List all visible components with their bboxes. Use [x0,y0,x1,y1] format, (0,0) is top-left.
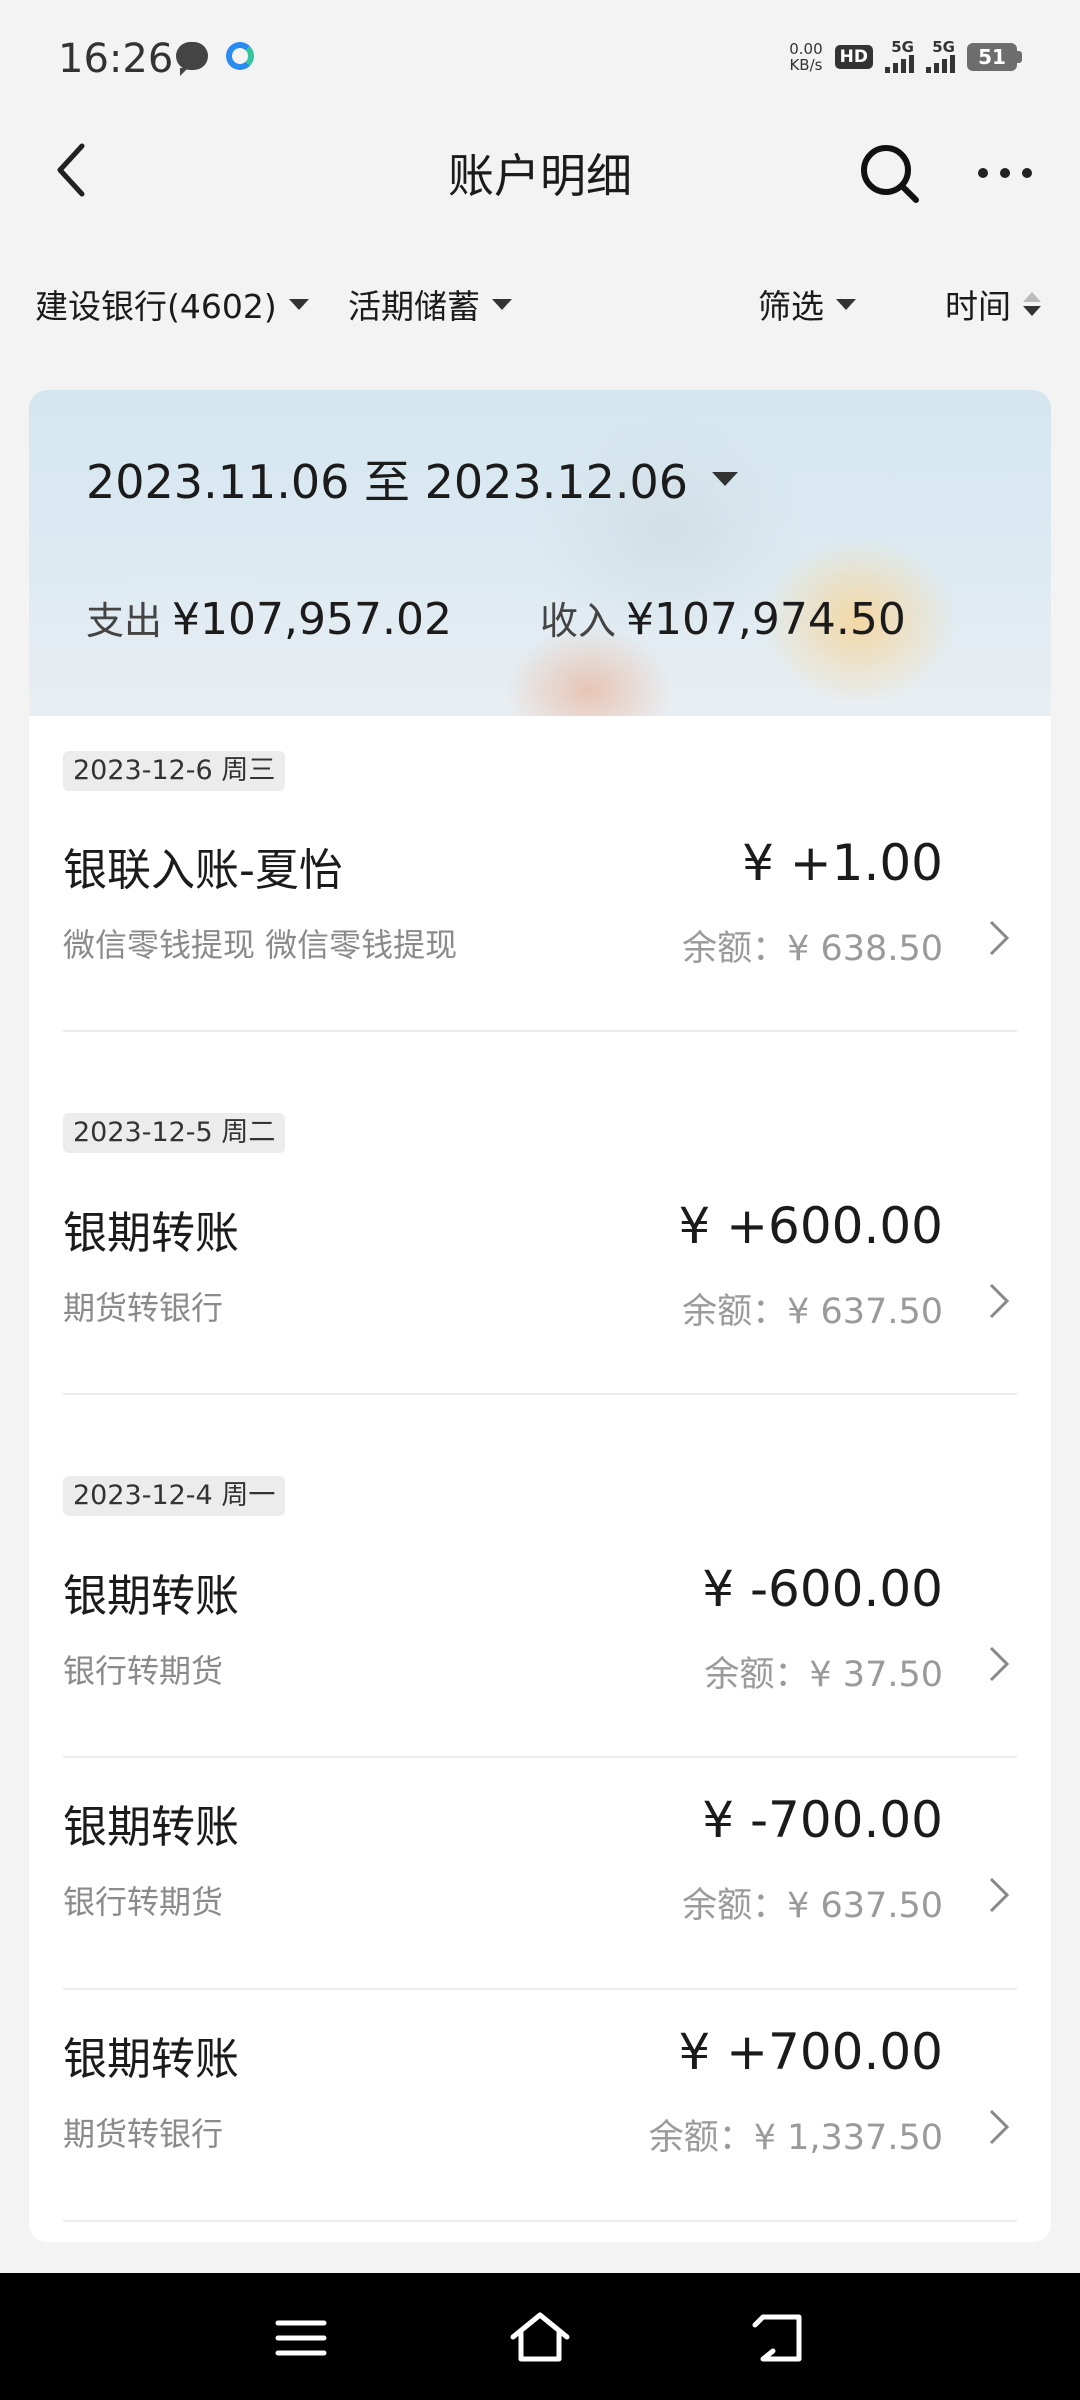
divider [63,2220,1017,2222]
date-chip: 2023-12-6 周三 [63,751,286,791]
date-range-selector[interactable]: 2023.11.06 至 2023.12.06 [86,446,738,512]
totals: 支出 ¥107,957.02 收入 ¥107,974.50 [86,590,906,645]
summary-banner: 2023.11.06 至 2023.12.06 支出 ¥107,957.02 收入… [29,390,1051,716]
date-chip: 2023-12-5 周二 [63,1113,286,1153]
chevron-right-icon [989,2109,1010,2145]
caret-down-icon [288,298,309,310]
caret-down-icon [492,298,512,310]
status-time: 16:26 [58,36,174,82]
chevron-right-icon [989,920,1010,956]
divider [63,1030,1017,1032]
chevron-right-icon [989,1877,1010,1913]
app-notification-icon [226,42,254,70]
home-icon[interactable] [505,2303,575,2373]
chevron-right-icon [989,1283,1010,1319]
expense-total: 支出 ¥107,957.02 [86,594,452,645]
divider [63,1988,1017,1990]
search-icon [861,145,919,203]
date-chip: 2023-12-4 周一 [63,1476,286,1516]
divider [63,1756,1017,1758]
transaction-row[interactable]: 银期转账 ¥ +700.00 期货转银行 余额：¥ 1,337.50 [63,2023,1017,2173]
sort-icon [1023,292,1041,316]
transaction-row[interactable]: 银期转账 ¥ -700.00 银行转期货 余额：¥ 637.50 [63,1791,1017,1941]
bank-account-dropdown[interactable]: 建设银行(4602) [35,280,309,328]
transaction-row[interactable]: 银联入账-夏怡 ¥ +1.00 微信零钱提现 微信零钱提现 余额：¥ 638.5… [63,834,1017,984]
filter-bar: 建设银行(4602) 活期储蓄 筛选 时间 [0,270,1080,334]
chevron-right-icon [989,1646,1010,1682]
divider [63,1393,1017,1395]
caret-down-icon [712,472,738,486]
return-icon[interactable] [745,2303,815,2373]
status-bar: 16:26 0.00 KB/s HD 5G 5G 51 [0,0,1080,120]
nav-header: 账户明细 [0,120,1080,220]
battery-icon: 51 [967,42,1022,71]
system-nav-bar [0,2273,1080,2400]
hd-icon: HD [834,44,873,69]
message-notification-icon [176,42,208,76]
caret-down-icon [836,298,856,310]
sort-by-time-button[interactable]: 时间 [945,280,1041,328]
account-detail-card: 2023.11.06 至 2023.12.06 支出 ¥107,957.02 收入… [29,390,1051,2242]
signal-sim2-icon: 5G [926,40,955,73]
menu-icon[interactable] [266,2303,336,2373]
more-button[interactable] [970,148,1040,198]
filter-dropdown[interactable]: 筛选 [758,280,856,328]
network-speed: 0.00 KB/s [789,39,823,74]
more-horizontal-icon [978,168,988,178]
signal-sim1-icon: 5G [885,40,914,73]
income-total: 收入 ¥107,974.50 [539,594,906,645]
transaction-row[interactable]: 银期转账 ¥ +600.00 期货转银行 余额：¥ 637.50 [63,1197,1017,1347]
search-button[interactable] [856,140,924,208]
account-type-dropdown[interactable]: 活期储蓄 [348,280,512,328]
transaction-row[interactable]: 银期转账 ¥ -600.00 银行转期货 余额：¥ 37.50 [63,1560,1017,1710]
